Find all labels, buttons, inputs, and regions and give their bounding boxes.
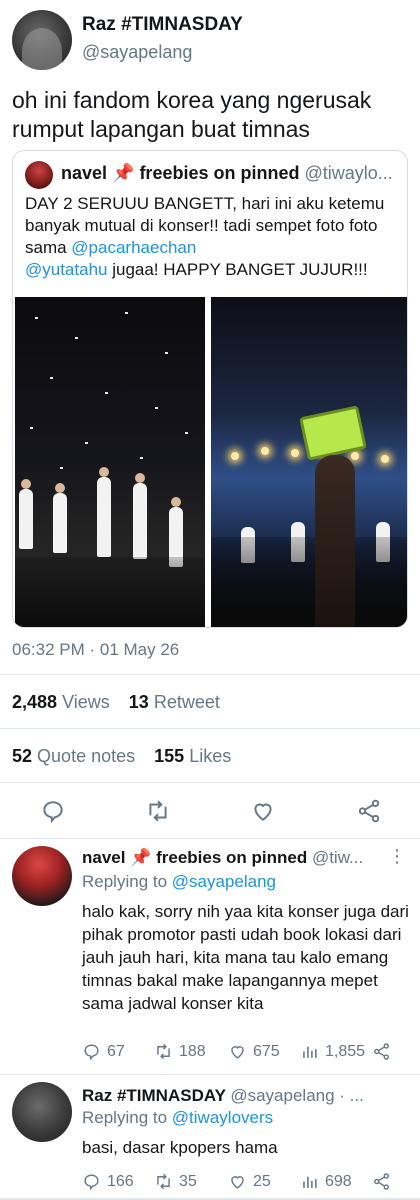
replying-to: Replying to @tiwaylovers bbox=[82, 1108, 273, 1128]
views-icon bbox=[303, 1176, 317, 1188]
like-count[interactable]: 25 bbox=[228, 1172, 271, 1191]
replying-to-link[interactable]: @tiwaylovers bbox=[172, 1108, 273, 1127]
like-count-value: 25 bbox=[253, 1172, 271, 1190]
stats-views-retweets: 2,488 Views 13 Retweet bbox=[12, 692, 220, 713]
reply-author-avatar[interactable] bbox=[12, 1082, 72, 1142]
retweets-label[interactable]: Retweet bbox=[154, 692, 220, 712]
reply-icon[interactable] bbox=[40, 798, 66, 824]
author-handle[interactable]: @sayapelang bbox=[82, 42, 192, 63]
replying-to-link[interactable]: @sayapelang bbox=[172, 872, 276, 891]
mention-link[interactable]: @yutatahu bbox=[25, 260, 107, 279]
reply-count[interactable]: 67 bbox=[82, 1042, 125, 1061]
retweet-icon bbox=[157, 1173, 170, 1190]
retweet-icon[interactable] bbox=[145, 798, 171, 824]
views-icon bbox=[303, 1046, 317, 1058]
reply-count-value: 166 bbox=[107, 1172, 134, 1190]
reply-display-name: Raz #TIMNASDAY bbox=[82, 1086, 226, 1105]
author-avatar[interactable] bbox=[12, 10, 72, 70]
like-icon bbox=[231, 1176, 244, 1189]
author-name[interactable]: Raz #TIMNASDAY bbox=[82, 14, 243, 36]
view-count-value: 1,855 bbox=[325, 1042, 366, 1060]
view-count-value: 698 bbox=[325, 1172, 352, 1190]
view-count[interactable]: 698 bbox=[300, 1172, 352, 1191]
reply-count[interactable]: 166 bbox=[82, 1172, 134, 1191]
stats-quotes-likes: 52 Quote notes 155 Likes bbox=[12, 746, 231, 767]
quote-author-avatar[interactable] bbox=[25, 161, 53, 189]
quote-author-handle: @tiwaylo... bbox=[304, 163, 393, 183]
concert-photo-1[interactable] bbox=[15, 297, 205, 627]
like-icon bbox=[231, 1046, 244, 1059]
share-icon[interactable] bbox=[356, 798, 382, 824]
replying-to: Replying to @sayapelang bbox=[82, 872, 276, 892]
quote-author-display-name: navel 📌 freebies on pinned bbox=[61, 163, 300, 183]
tweet-actions bbox=[0, 792, 420, 832]
like-count[interactable]: 675 bbox=[228, 1042, 280, 1061]
likes-label[interactable]: Likes bbox=[189, 746, 231, 766]
raised-hand-graphic bbox=[315, 455, 355, 627]
retweet-count-value: 188 bbox=[179, 1042, 206, 1060]
share-button[interactable] bbox=[372, 1042, 391, 1061]
reply-action-bar: 166 35 25 698 bbox=[82, 1172, 412, 1198]
quotes-label[interactable]: Quote notes bbox=[37, 746, 135, 766]
reply-icon bbox=[84, 1044, 99, 1061]
view-count[interactable]: 1,855 bbox=[300, 1042, 365, 1061]
reply-handle: @sayapelang · ... bbox=[230, 1086, 364, 1105]
tweet-timestamp[interactable]: 06:32 PM · 01 May 26 bbox=[12, 640, 179, 660]
reply-display-name: navel 📌 freebies on pinned bbox=[82, 848, 308, 867]
quote-text: DAY 2 SERUUU BANGETT, hari ini aku ketem… bbox=[25, 193, 399, 281]
retweet-count[interactable]: 188 bbox=[154, 1042, 206, 1061]
share-icon bbox=[374, 1043, 389, 1060]
divider bbox=[0, 1074, 420, 1075]
share-button[interactable] bbox=[372, 1172, 391, 1191]
reply-action-bar: 67 188 675 1,855 bbox=[82, 1042, 412, 1068]
mention-link[interactable]: @pacarhaechan bbox=[71, 238, 196, 257]
reply-count-value: 67 bbox=[107, 1042, 125, 1060]
reply-author-name[interactable]: Raz #TIMNASDAY @sayapelang · ... bbox=[82, 1086, 364, 1106]
divider bbox=[0, 728, 420, 729]
tweet-text: oh ini fandom korea yang ngerusak rumput… bbox=[12, 87, 372, 142]
share-icon bbox=[374, 1173, 389, 1190]
divider bbox=[0, 674, 420, 675]
retweet-icon bbox=[157, 1043, 170, 1060]
reply-author-name[interactable]: navel 📌 freebies on pinned @tiw... bbox=[82, 848, 363, 868]
retweet-count[interactable]: 35 bbox=[154, 1172, 197, 1191]
more-options-icon[interactable]: ⋮ bbox=[388, 846, 406, 867]
replying-label: Replying to bbox=[82, 1108, 168, 1127]
divider bbox=[0, 782, 420, 783]
views-count: 2,488 bbox=[12, 692, 58, 712]
reply-author-avatar[interactable] bbox=[12, 846, 72, 906]
reply-text: basi, dasar kpopers hama bbox=[82, 1138, 278, 1157]
reply-handle: @tiw... bbox=[311, 848, 364, 867]
replying-label: Replying to bbox=[82, 872, 168, 891]
reply-icon bbox=[84, 1174, 99, 1191]
views-label: Views bbox=[62, 692, 110, 712]
divider bbox=[0, 838, 420, 839]
retweets-count[interactable]: 13 bbox=[129, 692, 149, 712]
like-icon[interactable] bbox=[250, 798, 276, 824]
concert-photo-2[interactable] bbox=[211, 297, 407, 627]
quotes-count[interactable]: 52 bbox=[12, 746, 32, 766]
reply-text: halo kak, sorry nih yaa kita konser juga… bbox=[82, 902, 409, 1013]
retweet-count-value: 35 bbox=[179, 1172, 197, 1190]
quoted-tweet[interactable]: navel 📌 freebies on pinned @tiwaylo... D… bbox=[12, 150, 408, 628]
quote-text-after: jugaa! HAPPY BANGET JUJUR!!! bbox=[107, 260, 368, 279]
like-count-value: 675 bbox=[253, 1042, 280, 1060]
quote-author-name[interactable]: navel 📌 freebies on pinned @tiwaylo... bbox=[61, 163, 393, 184]
likes-count[interactable]: 155 bbox=[154, 746, 184, 766]
